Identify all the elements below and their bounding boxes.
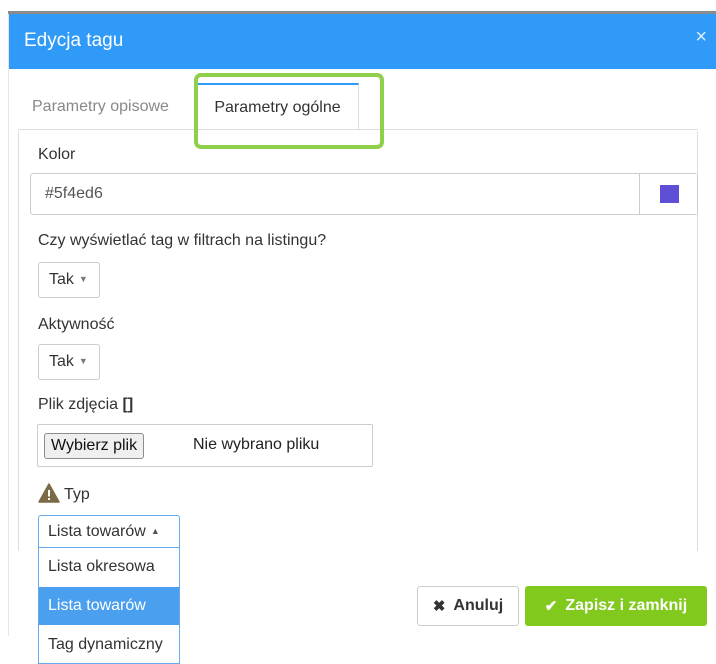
activity-select[interactable]: Tak ▼ (38, 344, 100, 380)
cancel-label: Anuluj (453, 597, 504, 614)
tabs-bar: Parametry opisowe Parametry ogólne (18, 72, 698, 134)
dialog-title: Edycja tagu (24, 30, 124, 51)
show-in-filters-value: Tak (49, 271, 74, 288)
backdrop-strip (0, 0, 716, 15)
type-option[interactable]: Lista okresowa (39, 548, 179, 586)
image-file-label-suffix: [] (122, 396, 134, 413)
file-input: Wybierz plik Nie wybrano pliku (37, 424, 373, 467)
type-option-selected[interactable]: Lista towarów (39, 587, 179, 625)
image-file-label: Plik zdjęcia [] (38, 396, 133, 414)
close-icon[interactable]: × (695, 26, 707, 49)
show-in-filters-select[interactable]: Tak ▼ (38, 262, 100, 298)
color-picker-button[interactable] (639, 174, 697, 214)
save-and-close-button[interactable]: ✔ Zapisz i zamknij (525, 586, 707, 626)
color-label: Kolor (38, 146, 76, 163)
choose-file-button[interactable]: Wybierz plik (44, 433, 145, 459)
activity-value: Tak (49, 353, 74, 370)
caret-down-icon: ▼ (78, 274, 88, 284)
type-dropdown: Lista okresowa Lista towarów Tag dynamic… (38, 548, 180, 664)
type-select[interactable]: Lista towarów ▲ (38, 515, 180, 548)
type-option[interactable]: Tag dynamiczny (39, 626, 179, 664)
color-value[interactable]: #5f4ed6 (45, 185, 103, 203)
image-file-label-text: Plik zdjęcia (38, 396, 119, 413)
warning-triangle-icon (38, 483, 60, 503)
caret-down-icon: ▼ (78, 356, 88, 366)
tabs-divider (18, 129, 698, 130)
x-icon: ✖ (432, 598, 446, 615)
tab-descriptive-params[interactable]: Parametry opisowe (18, 84, 183, 130)
caret-up-icon: ▲ (150, 526, 160, 536)
type-selected-value: Lista towarów (48, 523, 146, 540)
color-swatch (660, 185, 679, 203)
cancel-button[interactable]: ✖ Anuluj (417, 586, 519, 626)
activity-label: Aktywność (38, 316, 115, 333)
show-in-filters-label: Czy wyświetlać tag w filtrach na listing… (38, 232, 327, 249)
save-label: Zapisz i zamknij (565, 597, 688, 614)
type-label: Typ (64, 486, 90, 503)
check-icon: ✔ (544, 598, 558, 615)
file-status: Nie wybrano pliku (193, 436, 320, 453)
tab-general-params[interactable]: Parametry ogólne (196, 83, 359, 131)
color-field[interactable]: #5f4ed6 (30, 173, 698, 215)
dialog-header: Edycja tagu × (9, 14, 716, 69)
